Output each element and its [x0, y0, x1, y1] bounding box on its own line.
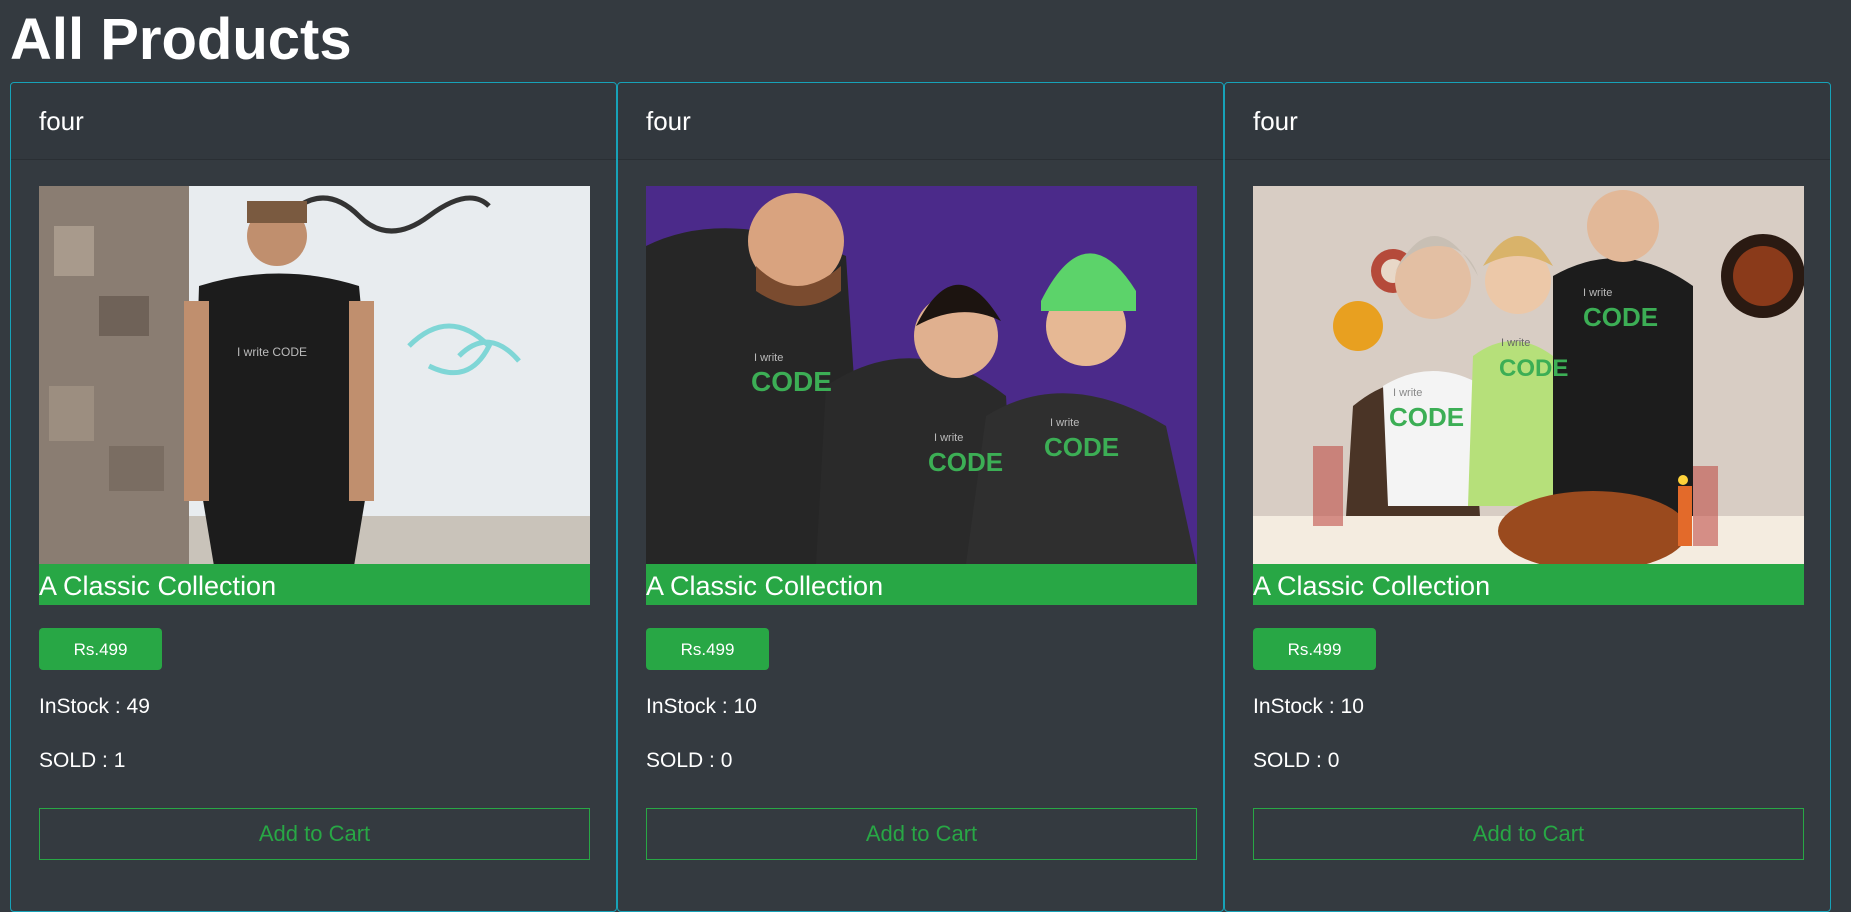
product-name: A Classic Collection	[39, 564, 590, 605]
svg-text:I write: I write	[1583, 287, 1612, 299]
product-image: I write I write I write CODE CODE CODE	[1253, 186, 1804, 564]
svg-text:CODE: CODE	[1499, 355, 1568, 382]
in-stock-label: InStock : 49	[39, 695, 150, 718]
product-grid: four I write CODE A Classic Collection R…	[10, 82, 1832, 912]
sold-label: SOLD : 1	[39, 749, 126, 772]
price-badge: Rs.499	[646, 628, 769, 670]
product-card: four	[1224, 82, 1831, 912]
product-card: four	[10, 82, 617, 912]
add-to-cart-button[interactable]: Add to Cart	[1253, 808, 1804, 860]
add-to-cart-button[interactable]: Add to Cart	[39, 808, 590, 860]
page-title: All Products	[10, 7, 352, 72]
svg-text:I write CODE: I write CODE	[237, 345, 307, 359]
price-badge: Rs.499	[1253, 628, 1376, 670]
price-badge: Rs.499	[39, 628, 162, 670]
svg-text:CODE: CODE	[1389, 402, 1464, 432]
card-header: four	[1225, 83, 1830, 160]
svg-text:CODE: CODE	[1583, 302, 1658, 332]
product-image: I write I write I write CODE CODE CODE	[646, 186, 1197, 564]
product-name: A Classic Collection	[646, 564, 1197, 605]
product-card: four I write I write I write CODE CODE C…	[617, 82, 1224, 912]
svg-text:CODE: CODE	[751, 366, 832, 397]
in-stock-label: InStock : 10	[646, 695, 757, 718]
image-shirt-print: I write CODE	[237, 345, 307, 359]
card-body: I write I write I write CODE CODE CODE A…	[618, 160, 1223, 860]
add-to-cart-button[interactable]: Add to Cart	[646, 808, 1197, 860]
svg-text:CODE: CODE	[928, 447, 1003, 477]
product-name: A Classic Collection	[1253, 564, 1804, 605]
svg-text:I write: I write	[1393, 387, 1422, 399]
svg-text:I write: I write	[934, 432, 963, 444]
card-header: four	[11, 83, 616, 160]
card-header: four	[618, 83, 1223, 160]
product-image: I write CODE	[39, 186, 590, 564]
svg-text:CODE: CODE	[1044, 432, 1119, 462]
card-body: I write CODE A Classic Collection Rs.499…	[11, 160, 616, 860]
svg-text:I write: I write	[754, 352, 783, 364]
svg-text:I write: I write	[1050, 417, 1079, 429]
in-stock-label: InStock : 10	[1253, 695, 1364, 718]
card-body: I write I write I write CODE CODE CODE A…	[1225, 160, 1830, 860]
svg-text:I write: I write	[1501, 337, 1530, 349]
sold-label: SOLD : 0	[1253, 749, 1340, 772]
sold-label: SOLD : 0	[646, 749, 733, 772]
